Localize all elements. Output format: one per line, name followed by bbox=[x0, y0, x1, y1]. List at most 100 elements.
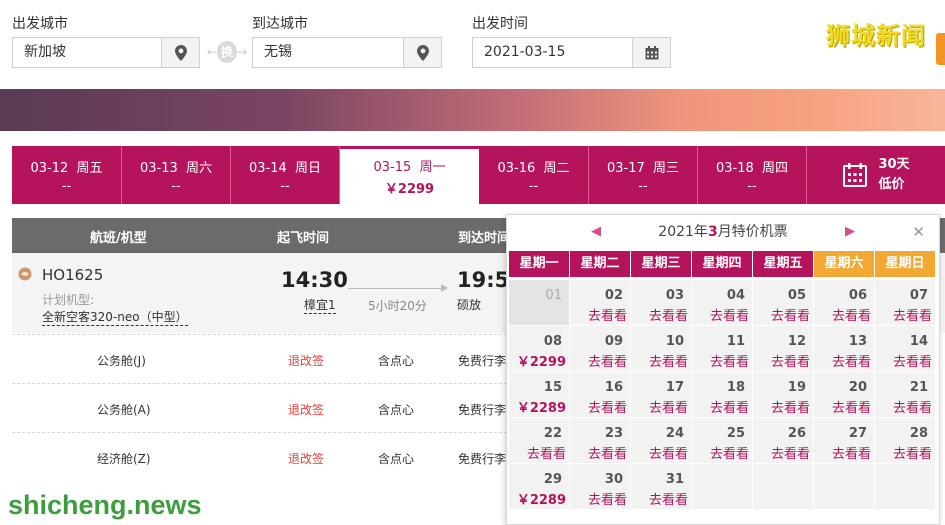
calendar-day-number: 12 bbox=[787, 334, 806, 349]
calendar-day-view-link[interactable]: 去看看 bbox=[893, 443, 932, 462]
date-tab-0313[interactable]: 03-13 周六 -- bbox=[122, 146, 231, 204]
calendar-day-view-link[interactable]: 去看看 bbox=[649, 489, 688, 508]
cabin-row[interactable]: 公务舱(A) 退改签 含点心 免费行李 bbox=[12, 383, 512, 431]
calendar-day[interactable]: 16 去看看 bbox=[570, 372, 630, 417]
calendar-day[interactable]: 10 去看看 bbox=[631, 326, 691, 371]
thirty-day-low-price-tab[interactable]: 30天 低价 bbox=[807, 146, 945, 204]
calendar-day-view-link[interactable]: 去看看 bbox=[832, 305, 871, 324]
calendar-day-view-link[interactable]: 去看看 bbox=[710, 397, 749, 416]
calendar-day-price[interactable]: ￥2289 bbox=[517, 397, 566, 416]
calendar-day-view-link[interactable]: 去看看 bbox=[710, 443, 749, 462]
calendar-day[interactable]: 29 ￥2289 bbox=[509, 464, 569, 509]
calendar-day[interactable]: 27 去看看 bbox=[814, 418, 874, 463]
calendar-day-view-link[interactable]: 去看看 bbox=[771, 305, 810, 324]
to-city-field[interactable]: 无锡 bbox=[252, 37, 442, 68]
calendar-day-view-link[interactable]: 去看看 bbox=[588, 397, 627, 416]
location-pin-icon[interactable] bbox=[161, 38, 199, 67]
calendar-day[interactable]: 13 去看看 bbox=[814, 326, 874, 371]
calendar-day[interactable]: 05 去看看 bbox=[753, 280, 813, 325]
calendar-day[interactable]: 12 去看看 bbox=[753, 326, 813, 371]
calendar-day-price[interactable]: ￥2299 bbox=[517, 351, 566, 370]
calendar-day[interactable]: 08 ￥2299 bbox=[509, 326, 569, 371]
calendar-day-number: 15 bbox=[543, 380, 562, 395]
date-tab-weekday: 周三 bbox=[653, 160, 680, 176]
date-tab-0312[interactable]: 03-12 周五 -- bbox=[12, 146, 122, 204]
date-tab-0316[interactable]: 03-16 周二 -- bbox=[479, 146, 589, 204]
calendar-day[interactable]: 31 去看看 bbox=[631, 464, 691, 509]
location-pin-icon[interactable] bbox=[403, 38, 441, 67]
calendar-day-view-link[interactable]: 去看看 bbox=[649, 351, 688, 370]
calendar-day[interactable]: 14 去看看 bbox=[875, 326, 935, 371]
calendar-day-view-link[interactable]: 去看看 bbox=[649, 443, 688, 462]
calendar-day[interactable]: 17 去看看 bbox=[631, 372, 691, 417]
calendar-day-view-link[interactable]: 去看看 bbox=[588, 443, 627, 462]
side-tab[interactable] bbox=[936, 33, 945, 65]
close-icon[interactable]: ✕ bbox=[912, 215, 925, 249]
cabin-row[interactable]: 公务舱(J) 退改签 含点心 免费行李 bbox=[12, 334, 512, 382]
calendar-day-number: 26 bbox=[787, 426, 806, 441]
calendar-day-view-link[interactable]: 去看看 bbox=[588, 489, 627, 508]
refund-change-link[interactable]: 退改签 bbox=[288, 352, 324, 369]
calendar-day-view-link[interactable]: 去看看 bbox=[893, 397, 932, 416]
calendar-day[interactable]: 23 去看看 bbox=[570, 418, 630, 463]
calendar-day-view-link[interactable]: 去看看 bbox=[588, 351, 627, 370]
calendar-day[interactable]: 03 去看看 bbox=[631, 280, 691, 325]
calendar-day[interactable]: 22 去看看 bbox=[509, 418, 569, 463]
next-month-icon[interactable]: ▶ bbox=[845, 215, 855, 249]
calendar-day[interactable]: 07 去看看 bbox=[875, 280, 935, 325]
refund-change-link[interactable]: 退改签 bbox=[288, 450, 324, 467]
calendar-day-view-link[interactable]: 去看看 bbox=[893, 351, 932, 370]
calendar-day[interactable]: 25 去看看 bbox=[692, 418, 752, 463]
calendar-day-view-link[interactable]: 去看看 bbox=[832, 443, 871, 462]
to-city-value[interactable]: 无锡 bbox=[253, 38, 403, 67]
from-city-value[interactable]: 新加坡 bbox=[13, 38, 161, 67]
date-tab-price: -- bbox=[61, 178, 72, 194]
calendar-day-view-link[interactable]: 去看看 bbox=[710, 351, 749, 370]
calendar-day[interactable]: 21 去看看 bbox=[875, 372, 935, 417]
calendar-day-price[interactable]: ￥2289 bbox=[517, 489, 566, 508]
calendar-empty-cell bbox=[692, 464, 752, 509]
date-tab-0317[interactable]: 03-17 周三 -- bbox=[589, 146, 698, 204]
depart-date-value[interactable]: 2021-03-15 bbox=[473, 38, 632, 67]
meal-info: 含点心 bbox=[378, 452, 415, 466]
prev-month-icon[interactable]: ◀ bbox=[591, 215, 601, 249]
calendar-day[interactable]: 09 去看看 bbox=[570, 326, 630, 371]
refund-change-link[interactable]: 退改签 bbox=[288, 401, 324, 418]
date-tab-0318[interactable]: 03-18 周四 -- bbox=[698, 146, 807, 204]
calendar-day-view-link[interactable]: 去看看 bbox=[649, 305, 688, 324]
depart-date-field[interactable]: 2021-03-15 bbox=[472, 37, 671, 68]
depart-airport[interactable]: 樟宜1 bbox=[304, 296, 336, 314]
calendar-day[interactable]: 30 去看看 bbox=[570, 464, 630, 509]
calendar-day-view-link[interactable]: 去看看 bbox=[649, 397, 688, 416]
calendar-icon[interactable] bbox=[632, 38, 670, 67]
calendar-day-view-link[interactable]: 去看看 bbox=[832, 351, 871, 370]
calendar-day[interactable]: 28 去看看 bbox=[875, 418, 935, 463]
calendar-day[interactable]: 20 去看看 bbox=[814, 372, 874, 417]
date-tab-date: 03-12 bbox=[30, 160, 69, 176]
calendar-day-view-link[interactable]: 去看看 bbox=[710, 305, 749, 324]
calendar-day-view-link[interactable]: 去看看 bbox=[771, 443, 810, 462]
calendar-day[interactable]: 11 去看看 bbox=[692, 326, 752, 371]
from-city-field[interactable]: 新加坡 bbox=[12, 37, 200, 68]
calendar-day[interactable]: 02 去看看 bbox=[570, 280, 630, 325]
date-tab-0314[interactable]: 03-14 周日 -- bbox=[231, 146, 340, 204]
calendar-day[interactable]: 19 去看看 bbox=[753, 372, 813, 417]
calendar-day[interactable]: 18 去看看 bbox=[692, 372, 752, 417]
aircraft-type-link[interactable]: 全新空客320-neo（中型） bbox=[42, 308, 188, 326]
calendar-day[interactable]: 15 ￥2289 bbox=[509, 372, 569, 417]
cabin-row[interactable]: 经济舱(Z) 退改签 含点心 免费行李 bbox=[12, 432, 512, 480]
calendar-day[interactable]: 04 去看看 bbox=[692, 280, 752, 325]
calendar-day-view-link[interactable]: 去看看 bbox=[893, 305, 932, 324]
calendar-day-view-link[interactable]: 去看看 bbox=[771, 351, 810, 370]
calendar-day[interactable]: 26 去看看 bbox=[753, 418, 813, 463]
date-tab-0315[interactable]: 03-15 周一 ￥2299 bbox=[340, 146, 479, 204]
calendar-day[interactable]: 24 去看看 bbox=[631, 418, 691, 463]
calendar-day-view-link[interactable]: 去看看 bbox=[771, 397, 810, 416]
swap-cities-button[interactable]: ← 换 → bbox=[207, 41, 247, 63]
calendar-day-view-link[interactable]: 去看看 bbox=[832, 397, 871, 416]
calendar-day-view-link[interactable]: 去看看 bbox=[527, 443, 566, 462]
flight-number: HO1625 bbox=[42, 266, 104, 284]
calendar-day[interactable]: 06 去看看 bbox=[814, 280, 874, 325]
calendar-day-number: 05 bbox=[787, 288, 806, 303]
calendar-day-view-link[interactable]: 去看看 bbox=[588, 305, 627, 324]
